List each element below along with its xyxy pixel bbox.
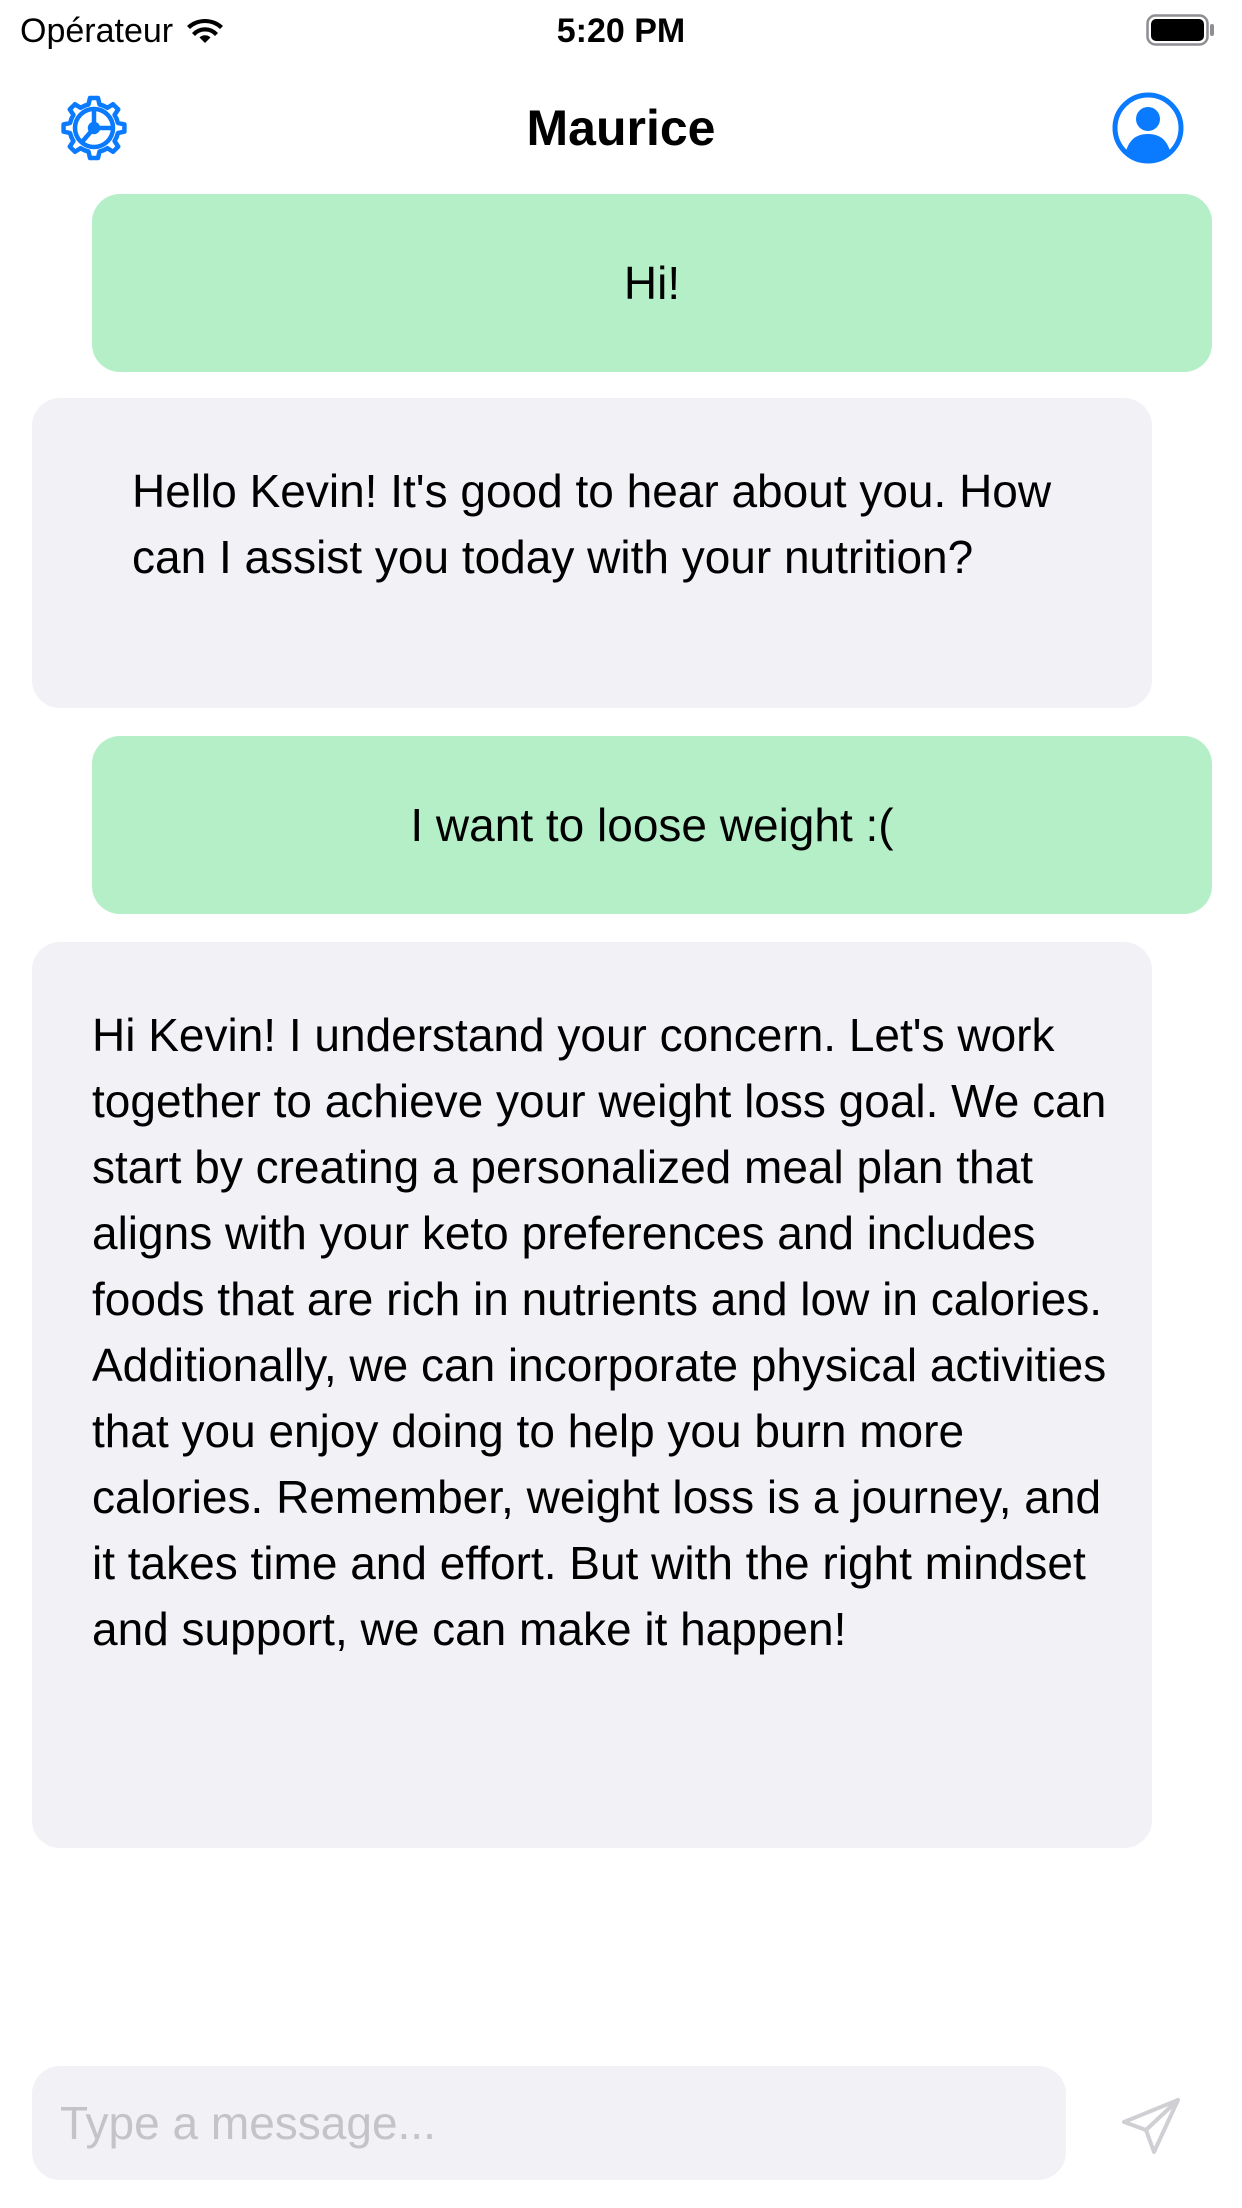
send-icon[interactable] (1118, 2094, 1184, 2160)
user-message: I want to loose weight :( (92, 736, 1212, 914)
assistant-message: Hello Kevin! It's good to hear about you… (32, 398, 1152, 708)
nav-bar: Maurice (0, 62, 1242, 192)
message-text: Hello Kevin! It's good to hear about you… (132, 465, 1052, 583)
assistant-message: Hi Kevin! I understand your concern. Let… (32, 942, 1152, 1848)
status-time: 5:20 PM (556, 12, 686, 50)
status-bar: Opérateur 5:20 PM (0, 0, 1242, 62)
user-message: Hi! (92, 194, 1212, 372)
chat-screen: Opérateur 5:20 PM Maurice Hi! Hello Kevi… (0, 0, 1242, 2208)
nav-title: Maurice (526, 100, 716, 156)
message-input[interactable] (32, 2066, 1066, 2180)
message-text: Hi! (623, 257, 681, 309)
message-text: I want to loose weight :( (410, 799, 894, 851)
battery-icon (1146, 14, 1214, 46)
profile-icon[interactable] (1110, 90, 1186, 166)
message-text: Hi Kevin! I understand your concern. Let… (92, 1009, 1107, 1655)
